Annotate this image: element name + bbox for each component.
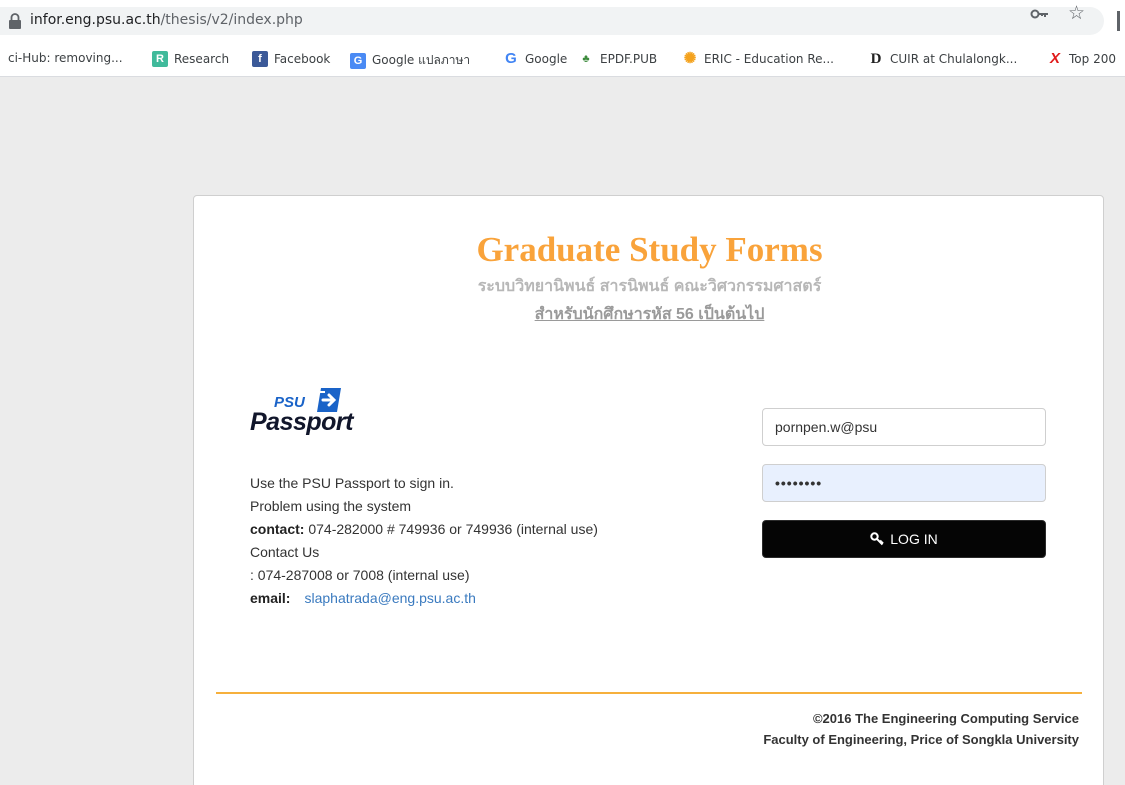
signin-info: Use the PSU Passport to sign in. Problem… — [250, 472, 598, 610]
footer: ©2016 The Engineering Computing Service … — [763, 708, 1079, 750]
password-key-icon[interactable] — [1030, 5, 1050, 23]
bookmark-google-translate[interactable]: G Google แปลภาษา — [350, 51, 470, 70]
bookmark-top200[interactable]: X Top 200 — [1047, 51, 1116, 67]
bookmark-label: EPDF.PUB — [600, 52, 658, 66]
facebook-icon: f — [252, 51, 268, 67]
lock-icon — [9, 13, 21, 29]
bookmark-label: ERIC - Education Re... — [704, 52, 834, 66]
page-subtitle: ระบบวิทยานิพนธ์ สารนิพนธ์ คณะวิศวกรรมศาส… — [477, 278, 822, 295]
epdf-icon: ♣ — [582, 53, 590, 65]
contact-line: contact: 074-282000 # 749936 or 749936 (… — [250, 518, 598, 541]
researchgate-icon: R — [152, 51, 168, 67]
footer-divider — [216, 692, 1082, 694]
bookmark-eric[interactable]: ✺ ERIC - Education Re... — [682, 51, 834, 67]
info-line: Contact Us — [250, 544, 320, 560]
bookmark-star-icon[interactable]: ☆ — [1068, 2, 1085, 24]
eric-icon: ✺ — [683, 50, 697, 67]
url-field[interactable]: infor.eng.psu.ac.th/thesis/v2/index.php — [0, 7, 1104, 35]
url-text: infor.eng.psu.ac.th/thesis/v2/index.php — [30, 12, 303, 28]
url-path: /thesis/v2/index.php — [160, 12, 303, 28]
psu-passport-logo: PSU Passport — [250, 386, 380, 446]
bookmark-label: Top 200 — [1069, 52, 1116, 66]
password-input[interactable]: •••••••• — [762, 464, 1046, 502]
extension-edge-icon[interactable] — [1117, 11, 1120, 31]
bookmark-label: Research — [174, 52, 230, 66]
x-icon: X — [1049, 50, 1060, 67]
info-line: Problem using the system — [250, 498, 412, 514]
login-button[interactable]: LOG IN — [762, 520, 1046, 558]
email-line: email: slaphatrada@eng.psu.ac.th — [250, 587, 598, 610]
bookmark-scihub[interactable]: ci-Hub: removing... — [8, 51, 123, 65]
google-translate-icon: G — [350, 52, 366, 69]
page-title: Graduate Study Forms — [476, 230, 823, 269]
email-link[interactable]: slaphatrada@eng.psu.ac.th — [304, 590, 475, 606]
contact-label: contact: — [250, 521, 305, 537]
bookmark-facebook[interactable]: f Facebook — [252, 51, 330, 67]
bookmarks-bar: ci-Hub: removing... R Research f Faceboo… — [0, 42, 1125, 77]
contact-value: 074-282000 # 749936 or 749936 (internal … — [304, 521, 598, 537]
page-subtitle-link[interactable]: สำหรับนักศึกษารหัส 56 เป็นต้นไป — [194, 302, 1105, 327]
logo-passport-text: Passport — [250, 408, 353, 436]
login-card: Graduate Study Forms ระบบวิทยานิพนธ์ สาร… — [193, 195, 1104, 785]
url-host: infor.eng.psu.ac.th — [30, 12, 161, 28]
login-button-label: LOG IN — [890, 531, 938, 547]
username-input[interactable]: pornpen.w@psu — [762, 408, 1046, 446]
info-line: : 074-287008 or 7008 (internal use) — [250, 567, 470, 583]
footer-line: Faculty of Engineering, Price of Songkla… — [763, 732, 1079, 747]
bookmark-label: CUIR at Chulalongk... — [890, 52, 1018, 66]
bookmark-label: Facebook — [274, 52, 331, 66]
bookmark-google[interactable]: G Google — [503, 51, 567, 67]
cuir-icon: D — [870, 51, 882, 67]
bookmark-label: ci-Hub: removing... — [8, 51, 123, 65]
bookmark-research[interactable]: R Research — [152, 51, 229, 67]
key-icon — [870, 532, 884, 546]
bookmark-epdf[interactable]: ♣ EPDF.PUB — [578, 51, 657, 67]
bookmark-label: Google — [525, 52, 568, 66]
info-line: Use the PSU Passport to sign in. — [250, 475, 454, 491]
footer-line: ©2016 The Engineering Computing Service — [812, 711, 1079, 726]
bookmark-label: Google แปลภาษา — [372, 53, 471, 67]
google-icon: G — [505, 50, 517, 67]
bookmark-cuir[interactable]: D CUIR at Chulalongk... — [868, 51, 1018, 67]
browser-address-bar: infor.eng.psu.ac.th/thesis/v2/index.php … — [0, 0, 1125, 42]
email-label: email: — [250, 590, 291, 606]
